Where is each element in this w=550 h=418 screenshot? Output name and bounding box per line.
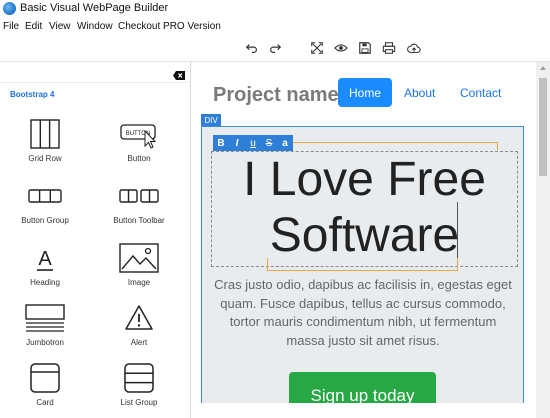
component-button-toolbar[interactable]: Button Toolbar — [104, 180, 174, 225]
component-label: Button — [127, 154, 151, 163]
text-caret — [457, 202, 458, 259]
component-label: Button Toolbar — [113, 216, 165, 225]
image-icon — [104, 242, 174, 274]
component-heading[interactable]: A Heading — [10, 242, 80, 287]
jumbotron-heading[interactable]: I Love Free Software — [211, 152, 518, 264]
menu-window[interactable]: Window — [77, 21, 113, 32]
component-image[interactable]: Image — [104, 242, 174, 287]
component-label: Grid Row — [28, 154, 62, 163]
strikethrough-button[interactable]: S — [261, 135, 277, 151]
group-title[interactable]: Bootstrap 4 — [10, 90, 54, 99]
component-label: Heading — [30, 278, 60, 287]
component-panel: Bootstrap 4 Grid Row BUTTON Button Butto… — [0, 62, 191, 418]
scroll-thumb[interactable] — [539, 78, 547, 176]
eye-icon[interactable] — [333, 40, 349, 56]
selection-tag: DIV — [201, 114, 221, 126]
italic-button[interactable]: I — [229, 135, 245, 151]
globe-app-icon — [3, 2, 16, 15]
grid-row-icon — [10, 118, 80, 150]
component-jumbotron[interactable]: Jumbotron — [10, 302, 80, 347]
component-label: Jumbotron — [26, 338, 64, 347]
nav-contact[interactable]: Contact — [460, 86, 501, 100]
menu-checkout-pro[interactable]: Checkout PRO Version — [118, 21, 221, 32]
underline-button[interactable]: u — [245, 135, 261, 151]
heading-icon: A — [10, 242, 80, 274]
component-card[interactable]: Card — [10, 362, 80, 407]
menu-edit[interactable]: Edit — [25, 21, 42, 32]
component-label: Alert — [130, 338, 148, 347]
jumbotron-icon — [10, 302, 80, 334]
component-list-group[interactable]: List Group — [104, 362, 174, 407]
undo-icon[interactable] — [244, 40, 260, 56]
component-button-group[interactable]: Button Group — [10, 180, 80, 225]
component-label: Button Group — [21, 216, 69, 225]
title-bar: Basic Visual WebPage Builder — [0, 0, 550, 18]
menu-view[interactable]: View — [49, 21, 71, 32]
heading-icon-text: A — [38, 248, 52, 270]
nav-about[interactable]: About — [404, 86, 435, 100]
bold-button[interactable]: B — [213, 135, 229, 151]
canvas-bottom-edge — [192, 403, 536, 418]
format-toolbar: B I u S a — [213, 135, 293, 151]
toolbar — [0, 35, 550, 61]
component-grid-row[interactable]: Grid Row — [10, 118, 80, 163]
panel-divider — [0, 82, 191, 83]
button-icon: BUTTON — [104, 118, 174, 150]
button-toolbar-icon — [104, 180, 174, 212]
menu-file[interactable]: File — [3, 21, 19, 32]
navbar-brand[interactable]: Project name — [213, 84, 339, 107]
window-title: Basic Visual WebPage Builder — [20, 2, 169, 14]
scroll-up-arrow-icon[interactable] — [540, 66, 546, 70]
cloud-upload-icon[interactable] — [406, 40, 422, 56]
save-icon[interactable] — [357, 40, 373, 56]
lead-paragraph[interactable]: Cras justo odio, dapibus ac facilisis in… — [213, 276, 513, 350]
component-label: List Group — [120, 398, 158, 407]
redo-icon[interactable] — [267, 40, 283, 56]
nav-home[interactable]: Home — [338, 78, 392, 107]
backspace-close-icon[interactable] — [173, 67, 185, 80]
guide-frame-bottom — [267, 258, 458, 271]
fullscreen-icon[interactable] — [309, 40, 325, 56]
button-group-icon — [10, 180, 80, 212]
component-label: Card — [36, 398, 54, 407]
print-icon[interactable] — [381, 40, 397, 56]
component-button[interactable]: BUTTON Button — [104, 118, 174, 163]
component-alert[interactable]: Alert — [104, 302, 174, 347]
component-label: Image — [127, 278, 151, 287]
font-button[interactable]: a — [277, 135, 293, 151]
card-icon — [10, 362, 80, 394]
alert-icon — [104, 302, 174, 334]
menu-bar: File Edit View Window Checkout PRO Versi… — [0, 19, 550, 35]
list-group-icon — [104, 362, 174, 394]
